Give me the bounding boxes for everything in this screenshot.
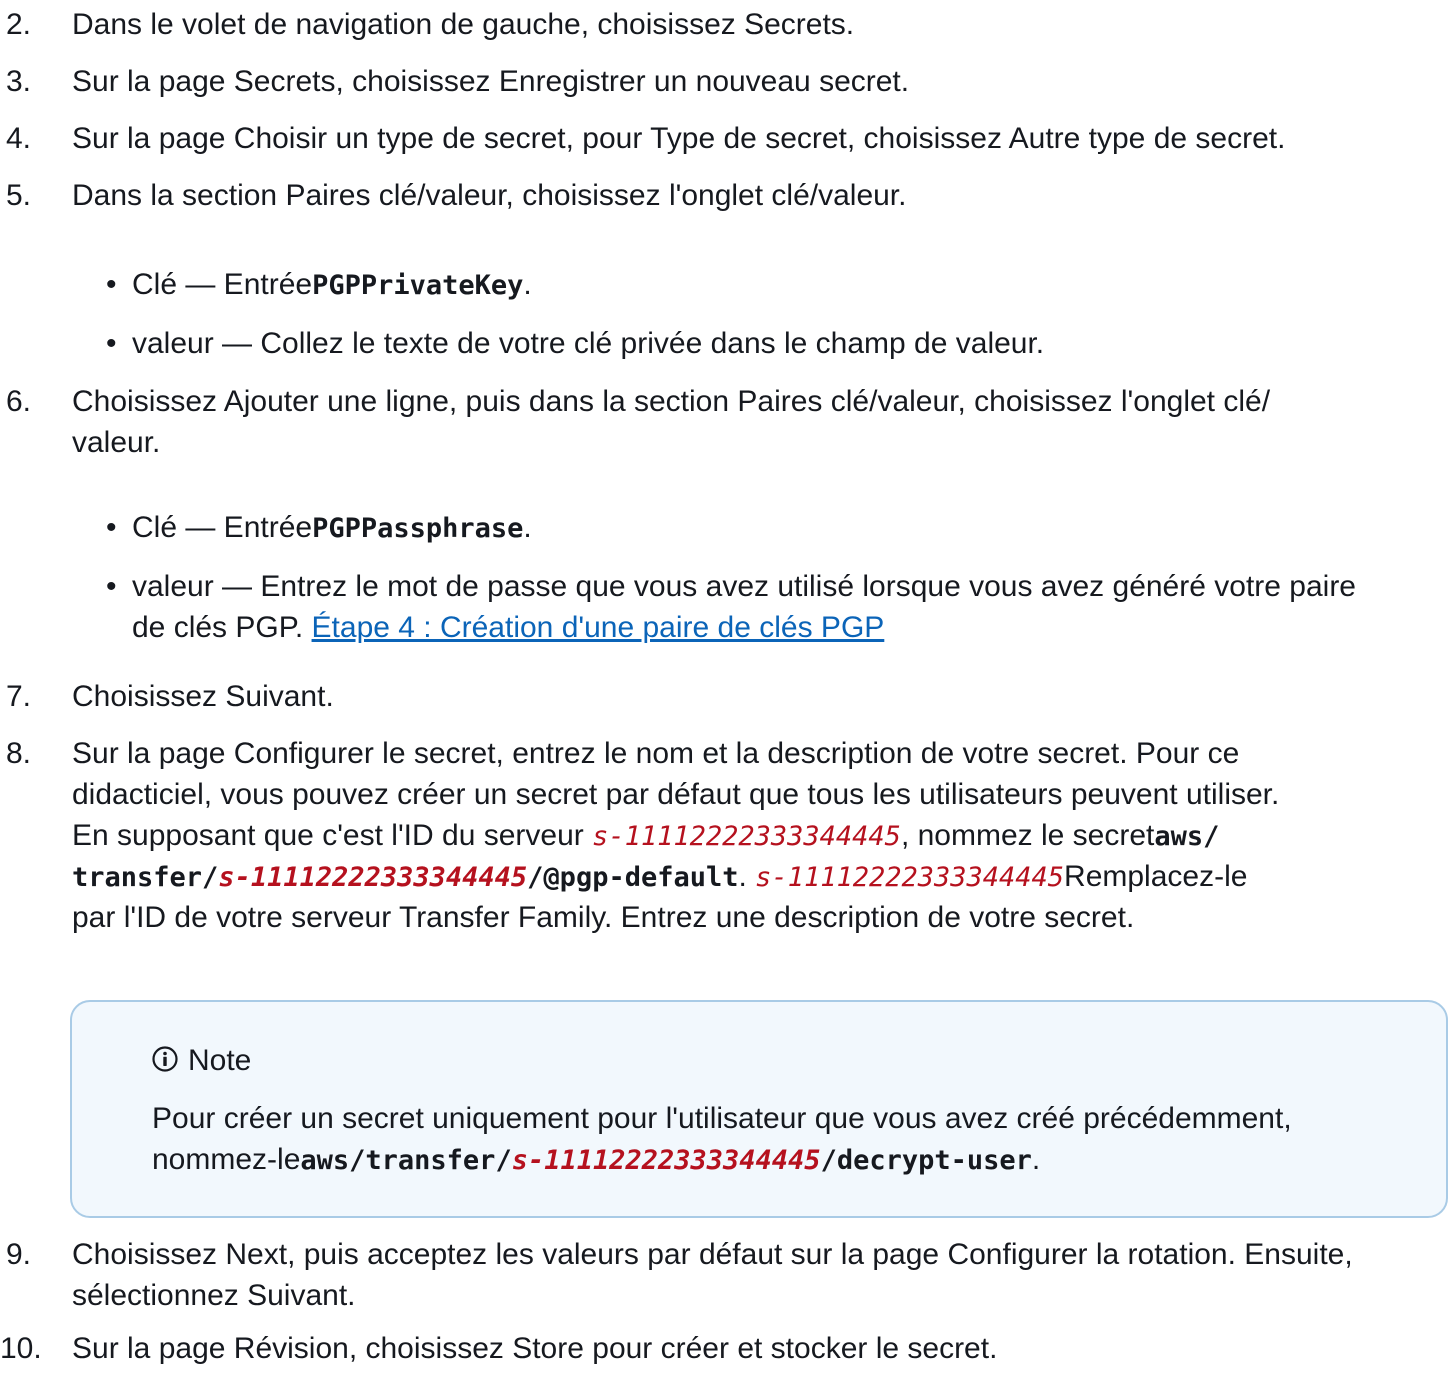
step-number: 5. xyxy=(6,179,32,212)
step-5: 5. Dans la section Paires clé/valeur, ch… xyxy=(0,175,1455,216)
key-name: PGPPassphrase xyxy=(312,513,524,544)
step-number: 8. xyxy=(6,737,32,770)
step-6: 6. Choisissez Ajouter une ligne, puis da… xyxy=(0,381,1455,463)
step-6-bullets-b: • valeur — Entrez le mot de passe que vou… xyxy=(100,566,1440,648)
list-item: • valeur — Collez le texte de votre clé p… xyxy=(106,327,1045,360)
step-text: Choisissez Ajouter une ligne, puis dans … xyxy=(72,385,1271,460)
step-text: Sur la page Choisir un type de secret, p… xyxy=(72,122,1286,155)
list-item: • Clé — EntréePGPPassphrase. xyxy=(106,511,532,544)
step-3: 3. Sur la page Secrets, choisissez Enreg… xyxy=(0,61,1455,102)
server-id: s-11112222333344445 xyxy=(511,1145,821,1177)
server-id: s-11112222333344445 xyxy=(755,862,1065,894)
key-name: PGPPrivateKey xyxy=(312,270,524,301)
list-item: • Clé — EntréePGPPrivateKey. xyxy=(106,268,532,301)
step-number: 7. xyxy=(6,680,32,713)
step-5-bullets: • Clé — EntréePGPPrivateKey. xyxy=(100,264,1440,305)
note-title: Note xyxy=(152,1040,251,1081)
step-text: Dans le volet de navigation de gauche, c… xyxy=(72,8,855,41)
step-number: 10. xyxy=(0,1332,42,1365)
step-10: 10. Sur la page Révision, choisissez Sto… xyxy=(0,1328,1455,1369)
server-id: s-11112222333344445 xyxy=(592,821,901,853)
step-text: Sur la page Configurer le secret, entrez… xyxy=(72,737,1280,935)
list-item: • valeur — Entrez le mot de passe que vou… xyxy=(106,570,1356,645)
step-2: 2. Dans le volet de navigation de gauche… xyxy=(0,4,1455,45)
step-number: 3. xyxy=(6,65,32,98)
step-6-bullets: • Clé — EntréePGPPassphrase. xyxy=(100,507,1440,548)
info-icon xyxy=(152,1046,178,1072)
server-id: s-11112222333344445 xyxy=(218,862,528,894)
step-text: Choisissez Suivant. xyxy=(72,680,334,713)
note-box: Note Pour créer un secret uniquement pou… xyxy=(70,1000,1448,1218)
step-5-bullets-b: • valeur — Collez le texte de votre clé p… xyxy=(100,323,1440,364)
step-8: 8. Sur la page Configurer le secret, ent… xyxy=(0,733,1455,938)
step-7: 7. Choisissez Suivant. xyxy=(0,676,1455,717)
step-number: 4. xyxy=(6,122,32,155)
note-body: Pour créer un secret uniquement pour l'u… xyxy=(152,1102,1292,1177)
step-number: 9. xyxy=(6,1238,32,1271)
step-number: 2. xyxy=(6,8,32,41)
pgp-key-pair-link[interactable]: Étape 4 : Création d'une paire de clés P… xyxy=(312,611,885,644)
step-4: 4. Sur la page Choisir un type de secret… xyxy=(0,118,1455,159)
step-text: Choisissez Next, puis acceptez les valeu… xyxy=(72,1238,1353,1313)
step-number: 6. xyxy=(6,385,32,418)
step-text: Sur la page Secrets, choisissez Enregist… xyxy=(72,65,910,98)
step-9: 9. Choisissez Next, puis acceptez les va… xyxy=(0,1234,1455,1316)
step-text: Dans la section Paires clé/valeur, chois… xyxy=(72,179,907,212)
step-text: Sur la page Révision, choisissez Store p… xyxy=(72,1332,998,1365)
